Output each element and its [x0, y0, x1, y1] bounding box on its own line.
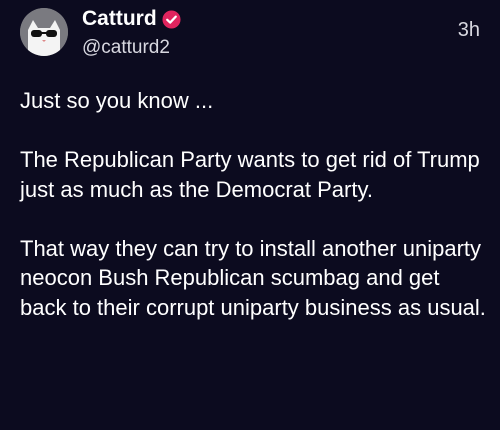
tweet-paragraph: The Republican Party wants to get rid of…: [20, 147, 480, 202]
verified-badge-icon: [162, 9, 181, 29]
tweet-text: Just so you know ... The Republican Part…: [20, 86, 488, 322]
tweet-paragraph: That way they can try to install another…: [20, 235, 486, 320]
cat-avatar-icon: [20, 8, 68, 56]
author-avatar[interactable]: [20, 8, 68, 56]
tweet-card: Catturd @catturd2 3h Just so you know ..…: [0, 0, 500, 430]
author-display-name[interactable]: Catturd: [82, 5, 157, 33]
author-name-row: Catturd: [82, 5, 181, 33]
tweet-paragraph: Just so you know ...: [20, 88, 214, 113]
author-handle[interactable]: @catturd2: [82, 36, 170, 60]
tweet-timestamp[interactable]: 3h: [458, 18, 480, 42]
